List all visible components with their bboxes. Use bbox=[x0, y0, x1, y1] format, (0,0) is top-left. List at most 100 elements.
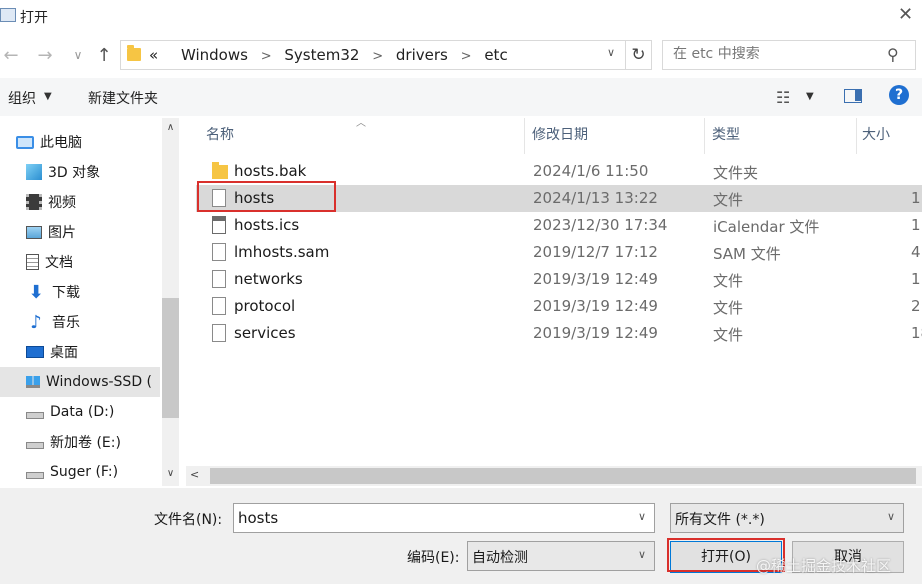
caret-down-icon[interactable]: ▼ bbox=[806, 91, 814, 102]
column-header-type[interactable]: 类型 bbox=[712, 124, 740, 144]
file-type: 文件夹 bbox=[713, 164, 759, 182]
refresh-icon[interactable]: ↻ bbox=[625, 41, 651, 69]
caret-down-icon[interactable]: ▼ bbox=[44, 91, 52, 102]
search-box[interactable]: ⚲ bbox=[662, 40, 916, 70]
column-divider[interactable] bbox=[856, 118, 857, 154]
sidebar-scroll-thumb[interactable] bbox=[162, 298, 179, 418]
sidebar-item-this-pc[interactable]: 此电脑 bbox=[0, 127, 160, 157]
annotation-highlight-box bbox=[197, 181, 336, 212]
horizontal-scroll-thumb[interactable] bbox=[210, 468, 916, 484]
file-icon bbox=[212, 270, 226, 288]
file-name: protocol bbox=[234, 297, 296, 315]
file-name: services bbox=[234, 324, 296, 342]
column-divider[interactable] bbox=[704, 118, 705, 154]
breadcrumb-item-system32[interactable]: System32 bbox=[284, 46, 359, 64]
table-row[interactable]: networks 2019/3/19 12:49 文件 1 bbox=[196, 266, 922, 293]
file-name: networks bbox=[234, 270, 303, 288]
sidebar-item-label: 音乐 bbox=[52, 315, 80, 331]
new-folder-button[interactable]: 新建文件夹 bbox=[88, 88, 158, 108]
sidebar-item-label: 视频 bbox=[48, 195, 76, 211]
sidebar-item-label: 新加卷 (E:) bbox=[50, 435, 121, 451]
navigation-pane: 此电脑 3D 对象 视频 图片 文档 ⬇ 下载 ♪ 音乐 桌面 Windows-… bbox=[0, 118, 180, 488]
sidebar-item-suger-f[interactable]: Suger (F:) bbox=[0, 457, 160, 487]
filename-combobox[interactable]: ∨ bbox=[233, 503, 655, 533]
search-input[interactable] bbox=[673, 46, 873, 62]
organize-button[interactable]: 组织 bbox=[8, 88, 36, 108]
search-icon[interactable]: ⚲ bbox=[887, 45, 899, 64]
sidebar-item-data-d[interactable]: Data (D:) bbox=[0, 397, 160, 427]
chevron-right-icon[interactable]: > bbox=[461, 49, 472, 64]
sidebar-item-pictures[interactable]: 图片 bbox=[0, 217, 160, 247]
up-arrow-icon[interactable]: ↑ bbox=[94, 36, 114, 74]
sidebar-item-new-volume-e[interactable]: 新加卷 (E:) bbox=[0, 427, 160, 457]
help-icon[interactable]: ? bbox=[889, 85, 909, 105]
breadcrumb: « Windows > System32 > drivers > etc bbox=[149, 46, 508, 64]
scroll-down-icon[interactable]: ∨ bbox=[162, 468, 179, 479]
column-header-date[interactable]: 修改日期 bbox=[532, 124, 588, 144]
file-date: 2023/12/30 17:34 bbox=[533, 216, 668, 234]
recent-locations-chevron-icon[interactable]: ∨ bbox=[70, 36, 86, 74]
preview-pane-icon[interactable] bbox=[844, 89, 862, 103]
table-row[interactable]: services 2019/3/19 12:49 文件 18 bbox=[196, 320, 922, 347]
file-date: 2024/1/13 13:22 bbox=[533, 189, 658, 207]
sidebar-item-downloads[interactable]: ⬇ 下载 bbox=[0, 277, 160, 307]
sidebar-item-label: 图片 bbox=[48, 225, 76, 241]
sidebar-item-windows-ssd[interactable]: Windows-SSD ( bbox=[0, 367, 160, 397]
folder-icon bbox=[212, 162, 228, 179]
forward-arrow-icon[interactable]: → bbox=[34, 36, 56, 74]
sidebar-item-label: Data (D:) bbox=[50, 404, 115, 420]
view-options-icon[interactable]: ☷ bbox=[776, 88, 790, 107]
file-icon bbox=[212, 324, 226, 342]
chevron-down-icon[interactable]: ∨ bbox=[638, 548, 646, 561]
file-type: 文件 bbox=[713, 326, 744, 344]
window-title: 打开 bbox=[20, 10, 48, 26]
encoding-select[interactable]: 自动检测 ∨ bbox=[467, 541, 655, 571]
column-header-name[interactable]: 名称 bbox=[206, 124, 234, 144]
file-name: hosts.ics bbox=[234, 216, 300, 234]
sidebar-item-videos[interactable]: 视频 bbox=[0, 187, 160, 217]
breadcrumb-item-etc[interactable]: etc bbox=[484, 46, 507, 64]
chevron-down-icon[interactable]: ∨ bbox=[607, 46, 615, 59]
sidebar-item-label: 3D 对象 bbox=[48, 165, 101, 181]
file-size: 1 bbox=[911, 216, 921, 234]
close-icon[interactable]: ✕ bbox=[898, 4, 913, 25]
chevron-right-icon[interactable]: > bbox=[261, 49, 272, 64]
horizontal-scrollbar[interactable]: < bbox=[186, 466, 922, 486]
file-name: lmhosts.sam bbox=[234, 243, 330, 261]
scroll-left-icon[interactable]: < bbox=[190, 468, 199, 481]
address-bar[interactable]: « Windows > System32 > drivers > etc ∨ ↻ bbox=[120, 40, 652, 70]
column-divider[interactable] bbox=[524, 118, 525, 154]
sidebar-item-label: 下载 bbox=[52, 285, 80, 301]
file-date: 2024/1/6 11:50 bbox=[533, 162, 649, 180]
sidebar-item-documents[interactable]: 文档 bbox=[0, 247, 160, 277]
breadcrumb-overflow[interactable]: « bbox=[149, 46, 158, 64]
sidebar-item-3d-objects[interactable]: 3D 对象 bbox=[0, 157, 160, 187]
sort-ascending-icon: ︿ bbox=[356, 118, 366, 129]
download-icon: ⬇ bbox=[28, 281, 44, 303]
file-icon bbox=[212, 243, 226, 261]
table-row[interactable]: lmhosts.sam 2019/12/7 17:12 SAM 文件 4 bbox=[196, 239, 922, 266]
navigation-bar: ← → ∨ ↑ « Windows > System32 > drivers >… bbox=[0, 36, 922, 74]
file-size: 1 bbox=[911, 270, 921, 288]
chevron-down-icon[interactable]: ∨ bbox=[887, 510, 895, 523]
sidebar-item-label: 文档 bbox=[45, 255, 73, 271]
drive-icon bbox=[26, 411, 44, 419]
file-type: iCalendar 文件 bbox=[713, 218, 820, 236]
filename-input[interactable] bbox=[238, 509, 618, 527]
back-arrow-icon[interactable]: ← bbox=[0, 36, 22, 74]
breadcrumb-item-drivers[interactable]: drivers bbox=[396, 46, 448, 64]
chevron-right-icon[interactable]: > bbox=[372, 49, 383, 64]
sidebar-item-music[interactable]: ♪ 音乐 bbox=[0, 307, 160, 337]
breadcrumb-item-windows[interactable]: Windows bbox=[181, 46, 248, 64]
chevron-down-icon[interactable]: ∨ bbox=[638, 510, 646, 523]
encoding-value: 自动检测 bbox=[472, 550, 528, 566]
scroll-up-icon[interactable]: ∧ bbox=[162, 122, 179, 133]
table-row[interactable]: hosts.ics 2023/12/30 17:34 iCalendar 文件 … bbox=[196, 212, 922, 239]
file-name: hosts.bak bbox=[234, 162, 307, 180]
dialog-footer: 文件名(N): ∨ 所有文件 (*.*) ∨ 编码(E): 自动检测 ∨ 打开(… bbox=[0, 488, 922, 584]
filetype-select[interactable]: 所有文件 (*.*) ∨ bbox=[670, 503, 904, 533]
sidebar-item-desktop[interactable]: 桌面 bbox=[0, 337, 160, 367]
table-row[interactable]: protocol 2019/3/19 12:49 文件 2 bbox=[196, 293, 922, 320]
column-header-size[interactable]: 大小 bbox=[862, 124, 890, 144]
file-type: SAM 文件 bbox=[713, 245, 781, 263]
